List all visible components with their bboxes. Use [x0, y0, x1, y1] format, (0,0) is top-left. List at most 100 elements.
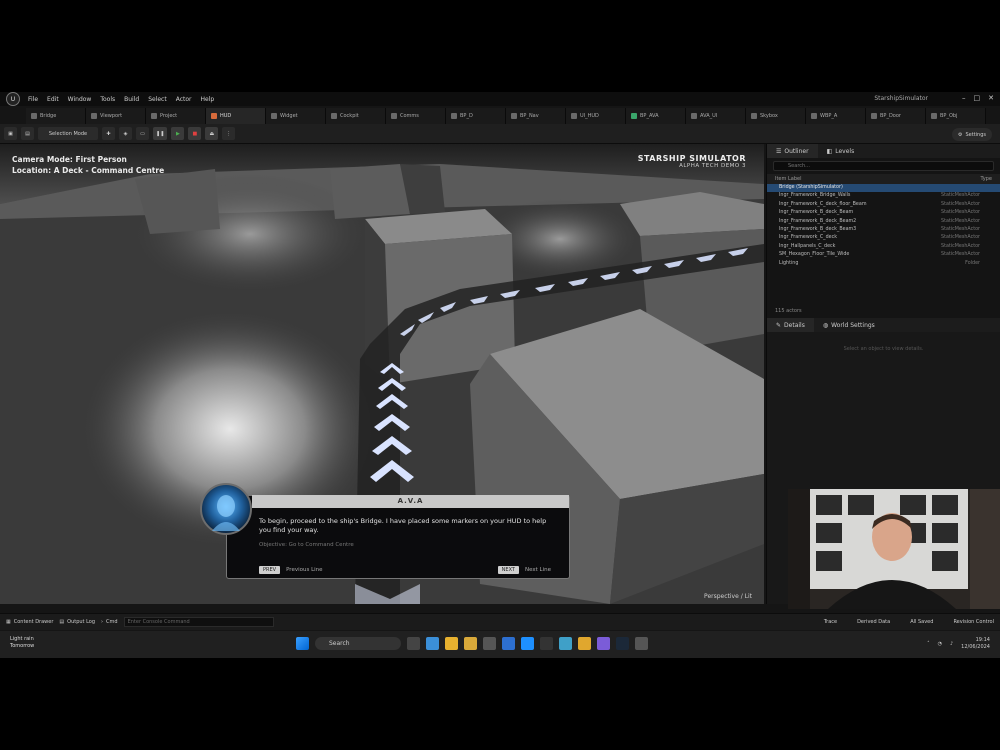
eject-icon[interactable]: ⏏ — [205, 127, 219, 140]
selection-mode-dropdown[interactable]: Selection Mode — [38, 127, 98, 140]
tab-hud[interactable]: HUD — [206, 108, 266, 124]
cmd-dropdown[interactable]: › Cmd — [101, 619, 118, 625]
globe-icon: ◍ — [822, 321, 829, 329]
tab-outliner[interactable]: ☰ Outliner — [767, 144, 818, 158]
add-actor-icon[interactable]: ✚ — [102, 127, 115, 140]
outliner-icon: ☰ — [776, 147, 782, 155]
blueprint-icon — [571, 113, 577, 119]
more-icon[interactable]: ⋮ — [222, 127, 236, 140]
outliner-row-label: Lighting — [779, 260, 799, 266]
weather-widget[interactable]: Light rain Tomorrow — [10, 636, 34, 650]
clock-date: 12/06/2024 — [961, 644, 990, 650]
content-icon[interactable]: ▤ — [21, 127, 34, 140]
chrome-icon[interactable] — [445, 637, 458, 650]
weather-sub: Tomorrow — [10, 643, 35, 649]
trace-button[interactable]: Trace — [824, 619, 837, 625]
tab-wbp-a[interactable]: WBP_A — [806, 108, 866, 124]
unreal-taskbar-icon[interactable] — [540, 637, 553, 650]
col-item-label[interactable]: Item Label — [775, 174, 801, 184]
outliner-row[interactable]: Ingr_Framework_B_deck_Beam3 StaticMeshAct… — [767, 226, 1000, 234]
tab-bp-door[interactable]: BP_Door — [866, 108, 926, 124]
menu-select[interactable]: Select — [148, 96, 167, 103]
tab-cockpit[interactable]: Cockpit — [326, 108, 386, 124]
output-log-button[interactable]: ▤ Output Log — [59, 619, 95, 625]
unreal-logo-icon[interactable]: U — [6, 92, 20, 106]
outliner-search-input[interactable]: Search... — [773, 161, 994, 171]
vscode-icon[interactable] — [521, 637, 534, 650]
menu-help[interactable]: Help — [201, 96, 215, 103]
outliner-row[interactable]: Ingr_Hallpanels_C_deck StaticMeshActor — [767, 243, 1000, 251]
revision-control-button[interactable]: Revision Control — [953, 619, 994, 625]
menu-tools[interactable]: Tools — [100, 96, 115, 103]
outliner-row[interactable]: Ingr_Framework_C_deck StaticMeshActor — [767, 234, 1000, 242]
project-name: StarshipSimulator — [874, 95, 928, 102]
dialog-objective: Objective: Go to Command Centre — [259, 542, 354, 548]
cinematics-icon[interactable]: ▭ — [136, 127, 149, 140]
file-explorer-icon[interactable] — [464, 637, 477, 650]
minimize-icon[interactable]: – — [962, 94, 966, 102]
close-icon[interactable]: ✕ — [988, 94, 994, 102]
tab-bp-nav[interactable]: BP_Nav — [506, 108, 566, 124]
tab-ui-hud[interactable]: UI_HUD — [566, 108, 626, 124]
settings-button[interactable]: ⚙ Settings — [952, 128, 992, 141]
blueprint-menu-icon[interactable]: ◈ — [119, 127, 132, 140]
tab-world-settings[interactable]: ◍ World Settings — [814, 318, 884, 332]
content-drawer-button[interactable]: ▦ Content Drawer — [6, 619, 53, 625]
outliner-row[interactable]: Ingr_Framework_C_deck_floor_Beam StaticMe… — [767, 201, 1000, 209]
tab-skybox[interactable]: Skybox — [746, 108, 806, 124]
steam-icon[interactable] — [616, 637, 629, 650]
derived-data-button[interactable]: Derived Data — [857, 619, 890, 625]
discord-icon[interactable] — [597, 637, 610, 650]
next-line-button[interactable]: NEXT Next Line — [497, 566, 551, 574]
photos-icon[interactable] — [559, 637, 572, 650]
outliner-row[interactable]: Lighting Folder — [767, 260, 1000, 268]
outliner-row[interactable]: Ingr_Framework_B_deck_Beam2 StaticMeshAct… — [767, 218, 1000, 226]
tab-viewport[interactable]: Viewport — [86, 108, 146, 124]
blueprint-icon — [511, 113, 517, 119]
log-icon: ▤ — [59, 619, 65, 625]
obs-icon[interactable] — [635, 637, 648, 650]
windows-start-icon[interactable] — [296, 637, 309, 650]
tab-comms[interactable]: Comms — [386, 108, 446, 124]
app-icon[interactable] — [483, 637, 496, 650]
clock[interactable]: 19:14 12/06/2024 — [961, 637, 990, 651]
previous-line-button[interactable]: PREV Previous Line — [259, 566, 323, 574]
tools-icon[interactable] — [578, 637, 591, 650]
tab-bp-obj[interactable]: BP_Obj — [926, 108, 986, 124]
tab-details[interactable]: ✎ Details — [767, 318, 814, 332]
skip-icon[interactable]: ❚❚ — [153, 127, 168, 140]
tab-levels[interactable]: ◧ Levels — [818, 144, 864, 158]
widget-icon — [691, 113, 697, 119]
menu-file[interactable]: File — [28, 96, 38, 103]
tab-ava-ui[interactable]: AVA_UI — [686, 108, 746, 124]
browser-icon[interactable] — [426, 637, 439, 650]
taskbar-search[interactable]: Search — [315, 637, 401, 650]
tab-bridge[interactable]: Bridge — [26, 108, 86, 124]
outliner-row[interactable]: Ingr_Framework_B_deck_Beam StaticMeshActo… — [767, 209, 1000, 217]
tab-project[interactable]: Project — [146, 108, 206, 124]
task-view-icon[interactable] — [407, 637, 420, 650]
tab-bp-ava[interactable]: BP_AVA — [626, 108, 686, 124]
save-icon[interactable]: ▣ — [4, 127, 17, 140]
terminal-icon: › — [101, 619, 104, 625]
stop-icon[interactable]: ■ — [188, 127, 202, 140]
play-icon[interactable]: ▶ — [171, 127, 185, 140]
outliner-row-type: StaticMeshActor — [941, 218, 980, 224]
outliner-row[interactable]: SM_Hexagon_Floor_Tile_Wide StaticMeshActo… — [767, 251, 1000, 259]
chevron-up-icon[interactable]: ˄ — [927, 641, 930, 647]
col-type[interactable]: Type — [981, 174, 992, 184]
outliner-row[interactable]: Bridge (StarshipSimulator) — [767, 184, 1000, 193]
menu-edit[interactable]: Edit — [47, 96, 59, 103]
menu-actor[interactable]: Actor — [176, 96, 192, 103]
outliner-row[interactable]: Ingr_Framework_Bridge_Walls StaticMeshAct… — [767, 192, 1000, 200]
tab-bp-d[interactable]: BP_D — [446, 108, 506, 124]
menu-build[interactable]: Build — [124, 96, 139, 103]
maximize-icon[interactable]: □ — [974, 94, 981, 102]
all-saved-button[interactable]: All Saved — [910, 619, 933, 625]
word-icon[interactable] — [502, 637, 515, 650]
tab-widget[interactable]: Widget — [266, 108, 326, 124]
menu-window[interactable]: Window — [68, 96, 92, 103]
network-icon[interactable]: ◔ — [938, 641, 942, 647]
console-command-input[interactable]: Enter Console Command — [123, 617, 274, 627]
volume-icon[interactable]: ♪ — [950, 641, 953, 647]
